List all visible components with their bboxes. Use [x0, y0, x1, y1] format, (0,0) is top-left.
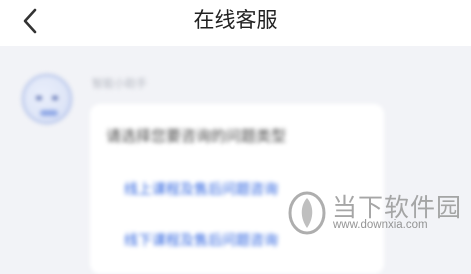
assistant-avatar	[22, 74, 72, 124]
option-link-offline[interactable]: 线下课程及售后问题咨询	[124, 230, 278, 250]
watermark: 当下软件园 www.downxia.com	[286, 186, 461, 246]
watermark-url: www.downxia.com	[333, 219, 428, 231]
question-text: 请选择您要咨询的问题类型	[106, 127, 287, 145]
top-bar: 在线客服	[0, 0, 471, 46]
option-link-online[interactable]: 线上课程及售后问题咨询	[124, 179, 278, 199]
sender-name: 智能小助手	[92, 77, 147, 90]
page-title: 在线客服	[193, 8, 278, 32]
watermark-logo-icon	[288, 191, 326, 235]
